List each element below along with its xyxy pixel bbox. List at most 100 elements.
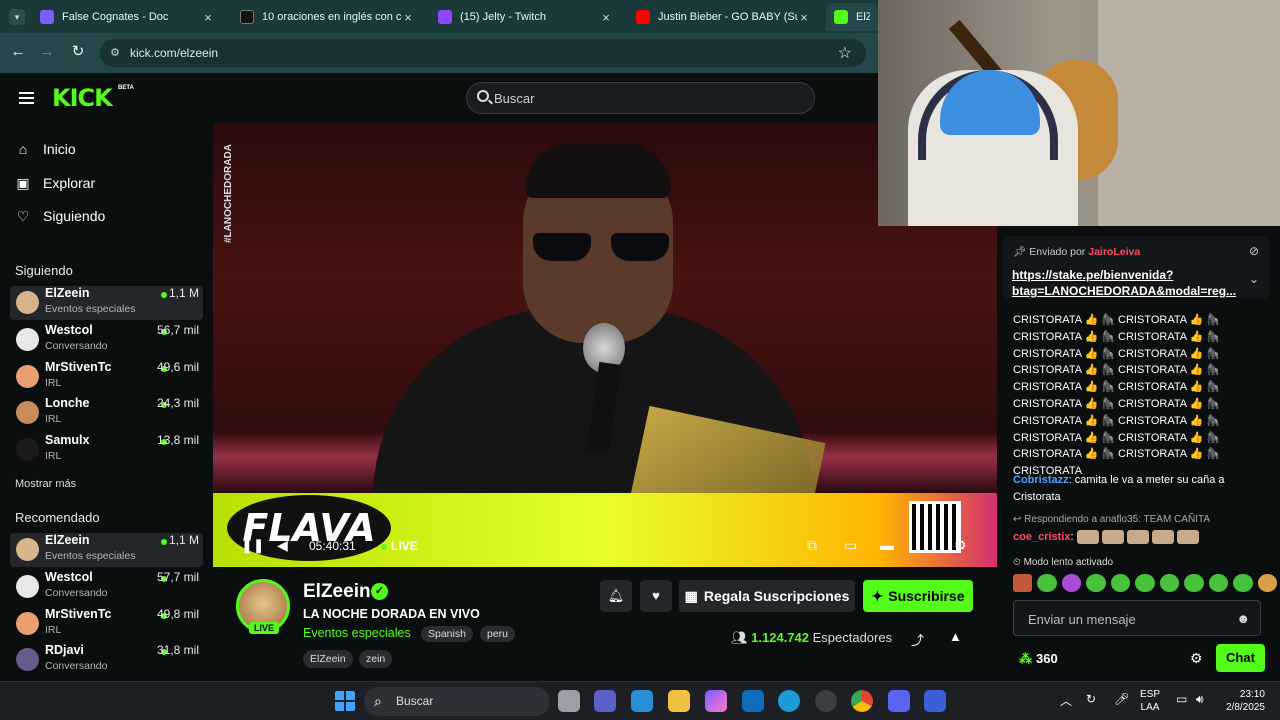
site-info-icon[interactable]: ⚙ (108, 46, 122, 60)
report-icon[interactable]: ▲ (949, 629, 962, 644)
app-icon[interactable] (815, 690, 837, 712)
copilot-icon[interactable] (705, 690, 727, 712)
speaker-icon[interactable]: 🔊︎ (1196, 692, 1204, 707)
edge-icon[interactable] (778, 690, 800, 712)
browser-tab[interactable]: False Cognates - Doc × (32, 3, 222, 31)
sidebar-channel[interactable]: MrStivenTc IRL 49,8 mil (10, 607, 203, 641)
share-icon[interactable]: ⤴ (911, 630, 924, 649)
reload-icon[interactable]: ↻ (69, 43, 87, 61)
close-icon[interactable]: × (202, 10, 214, 25)
sidebar-channel[interactable]: Lonche IRL 24,3 mil (10, 396, 203, 430)
emote-icon[interactable] (1184, 574, 1204, 592)
nav-following[interactable]: ♡ Siguiendo (14, 204, 106, 228)
chrome-icon[interactable] (851, 690, 873, 712)
browser-tab[interactable]: 10 oraciones en inglés con cogn × (232, 3, 422, 31)
sidebar-channel[interactable]: ElZeein Eventos especiales 1,1 M (10, 286, 203, 320)
notification-bell-button[interactable]: 🔔︎ (600, 580, 632, 612)
sidebar-channel[interactable]: MrStivenTc IRL 49,6 mil (10, 360, 203, 394)
chat-input-box[interactable]: ☻ (1013, 600, 1261, 636)
chat-message: CRISTORATA 👍 🦍 CRISTORATA 👍 🦍 (1013, 347, 1220, 360)
nav-explore[interactable]: ▣ Explorar (14, 171, 95, 195)
language-pill[interactable]: peru (480, 626, 516, 642)
url-field[interactable]: ⚙ kick.com/elzeein ☆ (100, 39, 866, 67)
system-clock[interactable]: 23:10 2/8/2025 (1226, 688, 1265, 714)
search-input[interactable] (494, 88, 794, 108)
network-icon[interactable]: ▭ (1176, 692, 1187, 706)
menu-icon[interactable] (19, 92, 34, 104)
emote-icon[interactable] (1159, 574, 1180, 592)
store-icon[interactable] (631, 690, 653, 712)
forward-icon[interactable]: → (38, 43, 56, 61)
show-more-link[interactable]: Mostrar más (15, 478, 76, 490)
emote-icon[interactable] (1013, 574, 1033, 592)
chat-message: CRISTORATA 👍 🦍 CRISTORATA 👍 🦍 (1013, 431, 1220, 444)
app-icon[interactable] (924, 690, 946, 712)
close-icon[interactable]: × (600, 10, 612, 25)
miniplayer-icon[interactable]: ▭ (844, 537, 857, 554)
browser-tab[interactable]: (15) Jelty - Twitch × (430, 3, 620, 31)
pinned-message[interactable]: 📌︎ Enviado por JairoLeiva ⊘ https://stak… (1003, 236, 1269, 298)
back-icon[interactable]: ← (9, 43, 27, 61)
sidebar-channel[interactable]: Westcol Conversando 56,7 mil (10, 323, 203, 357)
outlook-icon[interactable] (742, 690, 764, 712)
search-box[interactable] (466, 82, 815, 114)
bookmark-star-icon[interactable]: ☆ (838, 43, 852, 63)
emoji-icon[interactable]: ☻ (1236, 611, 1250, 626)
emote-icon[interactable] (1110, 574, 1131, 592)
kick-logo[interactable]: KICK (52, 84, 113, 112)
teams-icon[interactable] (594, 690, 616, 712)
task-view-icon[interactable] (558, 690, 580, 712)
close-icon[interactable]: × (798, 10, 810, 25)
stream-tag[interactable]: ElZeein (303, 650, 353, 668)
stream-category[interactable]: Eventos especiales (303, 626, 411, 640)
gift-subscriptions-button[interactable]: ▦ Regala Suscripciones (679, 580, 855, 612)
streamer-name[interactable]: ElZeein (303, 581, 371, 603)
microphone-icon[interactable]: 🎤︎ (1114, 692, 1129, 706)
chat-input[interactable] (1028, 610, 1228, 628)
sidebar-channel[interactable]: RDjavi Conversando 31,8 mil (10, 643, 203, 677)
emote-icon[interactable] (1086, 574, 1106, 592)
emote-icon[interactable] (1208, 574, 1229, 592)
sidebar-channel[interactable]: Samulx IRL 13,8 mil (10, 433, 203, 467)
sidebar-channel[interactable]: ElZeein Eventos especiales 1,1 M (10, 533, 203, 567)
theater-icon[interactable]: ▬ (880, 537, 894, 553)
browser-tab-active[interactable]: ElZee (826, 3, 878, 31)
sidebar-channel[interactable]: Westcol Conversando 57,7 mil (10, 570, 203, 604)
subscribe-button[interactable]: ✦ Suscribirse (863, 580, 973, 612)
pinned-user[interactable]: JairoLeiva (1088, 246, 1140, 258)
emote-icon[interactable] (1233, 574, 1253, 592)
tab-list-icon[interactable]: ▾ (9, 9, 25, 25)
sync-icon[interactable]: ↻ (1086, 692, 1096, 706)
nav-home[interactable]: ⌂ Inicio (14, 137, 76, 161)
tab-title: False Cognates - Doc (62, 11, 169, 23)
emote-icon[interactable] (1257, 574, 1277, 592)
gear-icon[interactable]: ⚙ (1190, 650, 1203, 667)
settings-icon[interactable]: ⚙ (954, 537, 967, 554)
volume-icon[interactable]: ◀ (277, 537, 288, 554)
emote-icon[interactable] (1135, 574, 1155, 592)
clip-icon[interactable]: ⧉ (807, 537, 817, 554)
language-indicator[interactable]: ESP LAA (1140, 688, 1160, 714)
taskbar-search[interactable]: ⌕ Buscar (364, 687, 550, 716)
file-explorer-icon[interactable] (668, 690, 690, 712)
chat-username[interactable]: coe_cristix (1013, 531, 1070, 543)
chevron-down-icon[interactable]: ⌄ (1249, 272, 1259, 286)
emote-icon[interactable] (1061, 574, 1082, 592)
hide-pin-icon[interactable]: ⊘ (1249, 244, 1259, 258)
pinned-link[interactable]: https://stake.pe/bienvenida?btag=LANOCHE… (1012, 267, 1248, 299)
discord-icon[interactable] (888, 690, 910, 712)
live-indicator[interactable]: LIVE (381, 539, 418, 553)
stream-tag[interactable]: zein (359, 650, 393, 668)
channel-name: MrStivenTc (45, 607, 112, 621)
emote-icon[interactable] (1037, 574, 1057, 592)
chevron-up-icon[interactable]: ︿ (1060, 692, 1072, 709)
chat-username[interactable]: Cobristazz (1013, 474, 1069, 486)
windows-start-icon[interactable] (335, 691, 355, 711)
channel-points[interactable]: ⁂ 360 (1019, 651, 1058, 667)
browser-tab[interactable]: Justin Bieber - GO BABY (Sub. E × (628, 3, 818, 31)
pause-icon[interactable]: ❚❚ (241, 537, 264, 554)
follow-button[interactable]: ♥ (640, 580, 672, 612)
chat-send-button[interactable]: Chat (1216, 644, 1265, 672)
language-pill[interactable]: Spanish (421, 626, 473, 642)
close-icon[interactable]: × (402, 10, 414, 25)
